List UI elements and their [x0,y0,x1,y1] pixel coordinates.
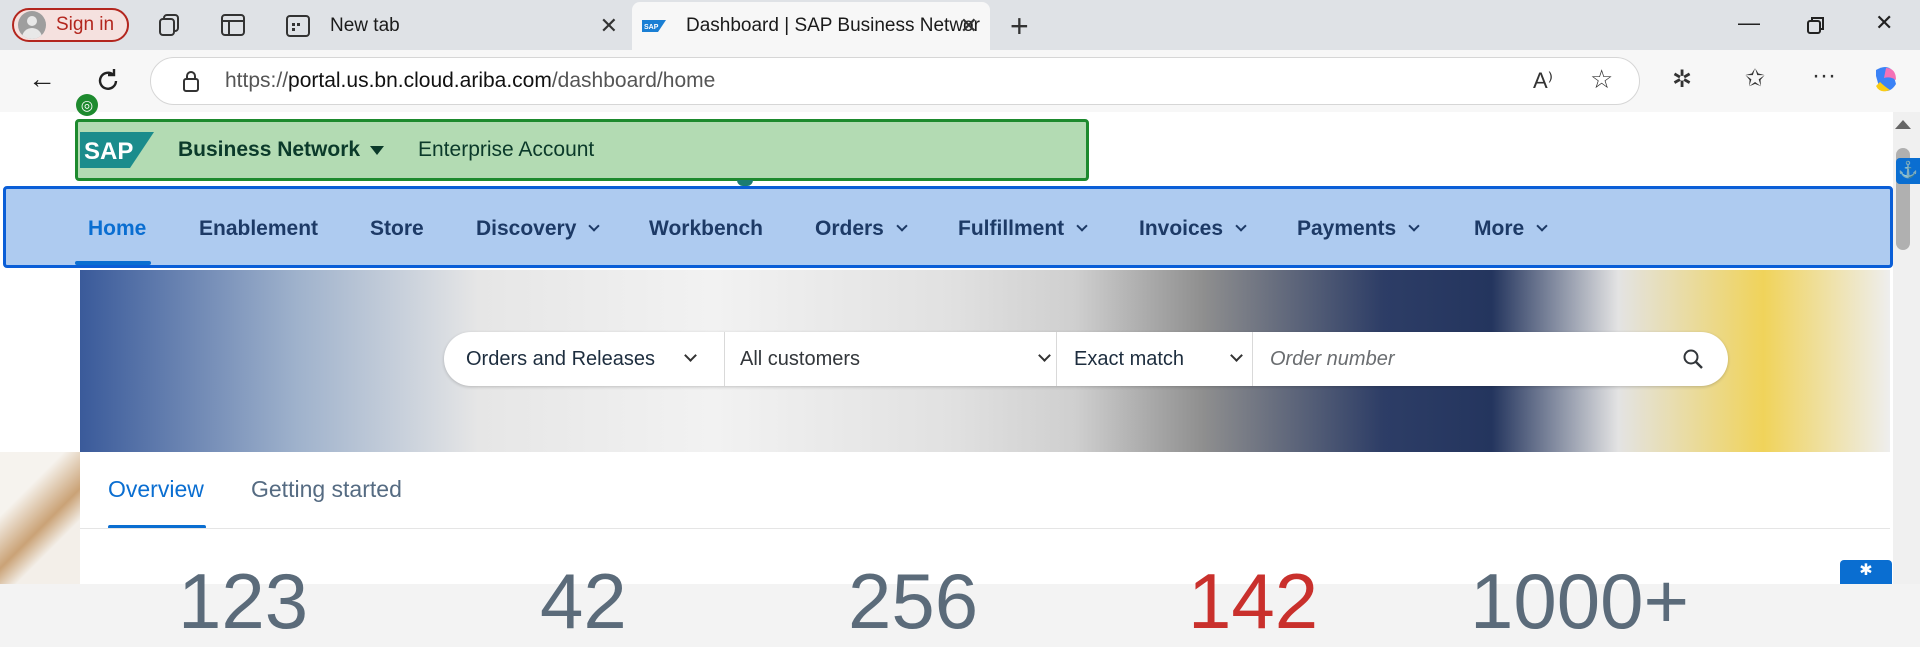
chevron-down-icon [684,349,697,362]
divider [1056,332,1057,386]
sign-in-button[interactable]: Sign in [12,8,129,42]
chevron-down-icon [1038,349,1051,362]
search-icon[interactable] [1682,348,1704,370]
customer-select[interactable]: All customers [740,332,1066,386]
refresh-icon[interactable] [94,67,122,95]
document-type-select[interactable]: Orders and Releases [466,332,716,386]
vertical-tabs-icon[interactable] [220,12,246,38]
nav-enablement[interactable]: Enablement [199,217,318,241]
kpi-value[interactable]: 42 [540,556,627,647]
nav-payments[interactable]: Payments [1297,217,1420,241]
close-tab-icon[interactable]: ✕ [960,13,978,39]
nav-home[interactable]: Home [88,217,146,241]
sap-logo-icon[interactable]: SAP [80,132,154,168]
tab-getting-started[interactable]: Getting started [251,476,402,503]
main-navigation: Home Enablement Store Discovery Workbenc… [3,186,1893,268]
active-nav-indicator [75,261,151,265]
order-number-input[interactable]: Order number [1270,332,1690,386]
kpi-value[interactable]: 256 [848,556,978,647]
product-switcher[interactable]: Business Network [178,138,360,162]
nav-store[interactable]: Store [370,217,424,241]
address-bar-row: ← https://portal.us.bn.cloud.ariba.com/d… [0,50,1920,112]
close-window-icon[interactable]: ✕ [1875,10,1893,36]
match-type-select[interactable]: Exact match [1074,332,1254,386]
chevron-down-icon [1235,220,1247,232]
new-tab-plus-icon[interactable]: + [1010,8,1029,45]
tab-overview[interactable]: Overview [108,476,204,503]
svg-text:SAP: SAP [84,138,133,165]
tab-new-tab[interactable]: New tab ✕ [276,2,630,50]
minimize-icon[interactable]: — [1738,10,1760,36]
chevron-down-icon [1408,220,1420,232]
close-tab-icon[interactable]: ✕ [600,13,618,39]
scroll-up-arrow-icon[interactable] [1895,120,1911,129]
anchor-icon[interactable]: ⚓ [1896,158,1920,184]
search-bar: Orders and Releases All customers Exact … [444,332,1728,386]
profile-avatar-icon [18,11,46,39]
copilot-icon[interactable] [1870,64,1902,96]
sign-in-label: Sign in [56,14,115,35]
browser-tab-strip: Sign in New tab ✕ SAP Dashboard | SAP Bu… [0,0,1920,50]
nav-invoices[interactable]: Invoices [1139,217,1247,241]
tab-title: New tab [330,15,400,36]
read-aloud-icon[interactable]: A⁾ [1533,68,1553,94]
lock-icon[interactable] [181,70,201,92]
sap-favicon-icon: SAP [642,20,666,32]
nav-fulfillment[interactable]: Fulfillment [958,217,1088,241]
more-options-icon[interactable]: ··· [1812,62,1836,90]
background-image-decor [0,452,80,584]
help-fab-button[interactable]: ✱ [1840,560,1892,584]
highlight-marker-icon: ◎ [76,94,98,116]
extensions-icon[interactable]: ✲ [1672,65,1692,94]
back-arrow-icon[interactable]: ← [28,63,56,95]
nav-orders[interactable]: Orders [815,217,908,241]
nav-more[interactable]: More [1474,217,1548,241]
url-text: https://portal.us.bn.cloud.ariba.com/das… [225,69,716,92]
divider [724,332,725,386]
account-type-label: Enterprise Account [418,138,595,161]
workspaces-icon[interactable] [157,12,183,38]
url-field[interactable]: https://portal.us.bn.cloud.ariba.com/das… [150,57,1640,105]
favorite-star-icon[interactable]: ☆ [1590,64,1613,95]
sap-shell-header: SAP Business Network Enterprise Account [75,119,1089,181]
favorites-list-icon[interactable]: ✩ [1745,64,1765,93]
tab-title: Dashboard | SAP Business Networ [686,15,980,36]
new-tab-icon [286,15,310,37]
divider [1252,332,1253,386]
nav-discovery[interactable]: Discovery [476,217,601,241]
restore-icon[interactable] [1806,15,1826,35]
kpi-value[interactable]: 123 [178,556,308,647]
kpi-value[interactable]: 1000+ [1470,556,1689,647]
chevron-down-icon [1230,349,1243,362]
chevron-down-icon [588,220,601,232]
kpi-value[interactable]: 142 [1188,556,1318,647]
nav-workbench[interactable]: Workbench [649,217,763,241]
tab-sap-dashboard[interactable]: SAP Dashboard | SAP Business Networ ✕ [632,2,990,50]
divider [80,528,1890,529]
chevron-down-icon [1076,220,1088,232]
caret-down-icon[interactable] [370,146,384,155]
svg-text:SAP: SAP [644,24,659,31]
chevron-down-icon [1536,220,1548,232]
chevron-down-icon [896,220,908,232]
